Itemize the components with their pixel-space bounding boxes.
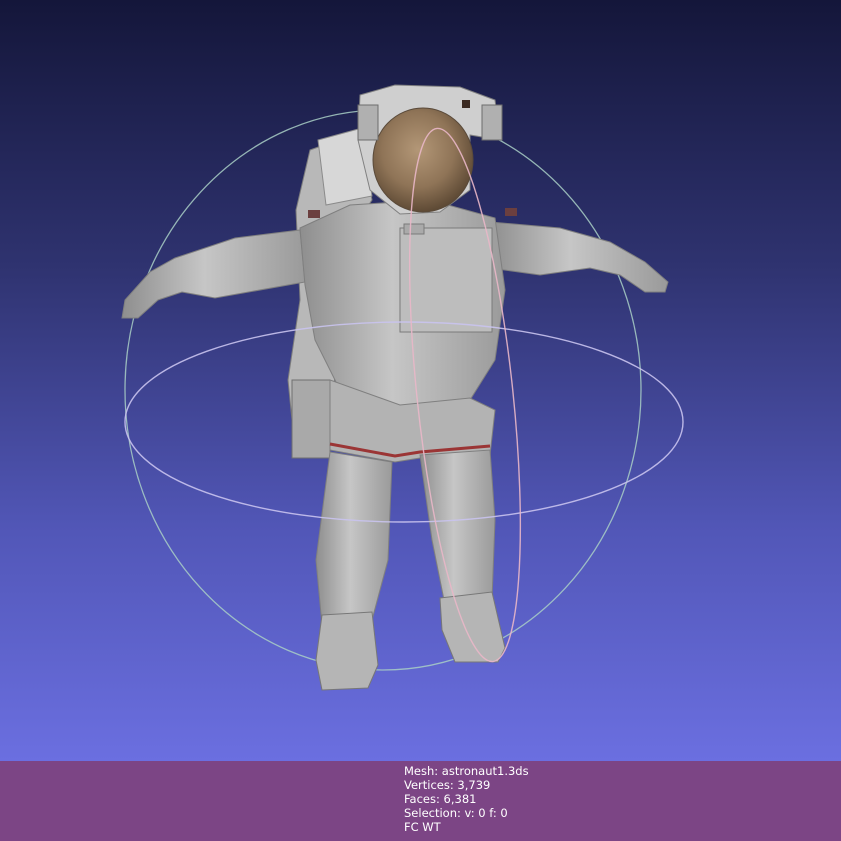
scene-svg xyxy=(121,84,684,691)
helmet-visor xyxy=(372,107,474,213)
3d-viewport[interactable] xyxy=(0,0,841,761)
vertex-count: Vertices: 3,739 xyxy=(404,778,491,792)
status-info-bar: Mesh: astronaut1.3ds Vertices: 3,739 Fac… xyxy=(0,761,841,841)
selection-info: Selection: v: 0 f: 0 xyxy=(404,806,508,820)
render-mode: FC WT xyxy=(404,820,441,834)
face-count: Faces: 6,381 xyxy=(404,792,477,806)
mesh-info-panel: Mesh: astronaut1.3ds Vertices: 3,739 Fac… xyxy=(404,764,529,834)
astronaut-model[interactable] xyxy=(121,84,669,691)
mesh-name: Mesh: astronaut1.3ds xyxy=(404,764,529,778)
